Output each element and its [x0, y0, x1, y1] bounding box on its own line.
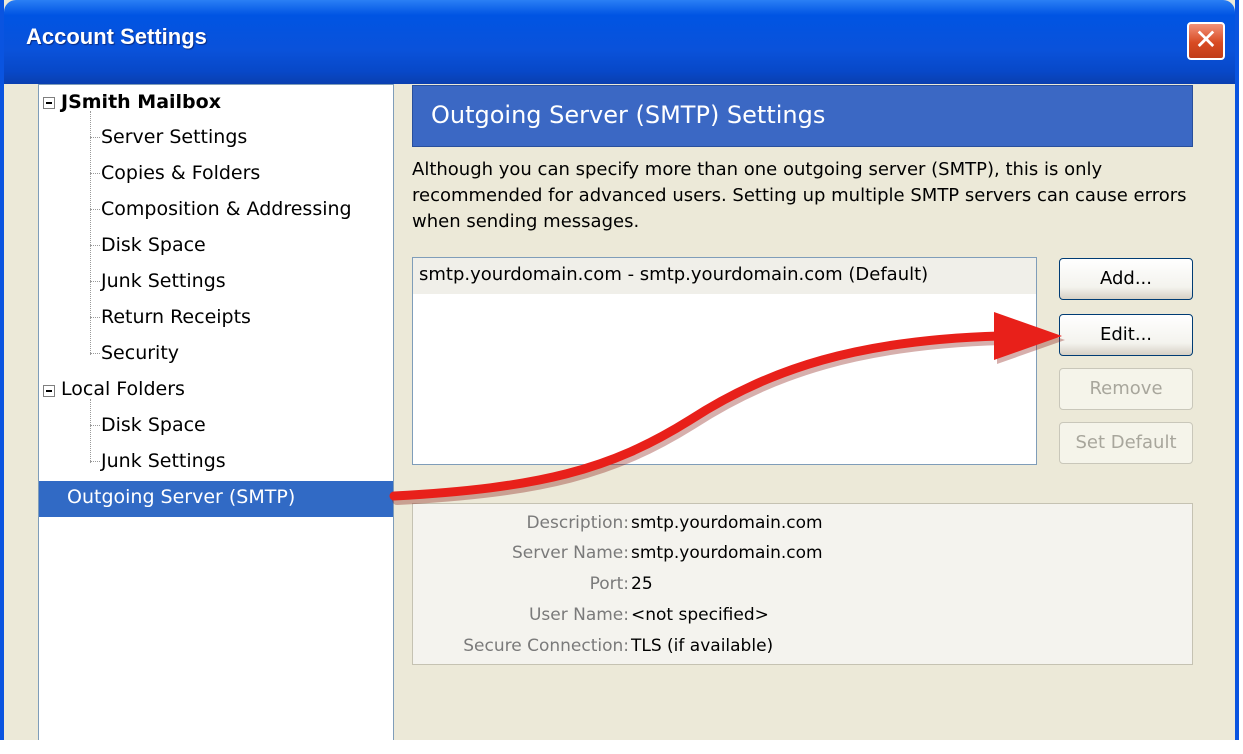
annotation-arrow-icon: [389, 312, 1065, 505]
torn-edge: [0, 740, 1243, 754]
